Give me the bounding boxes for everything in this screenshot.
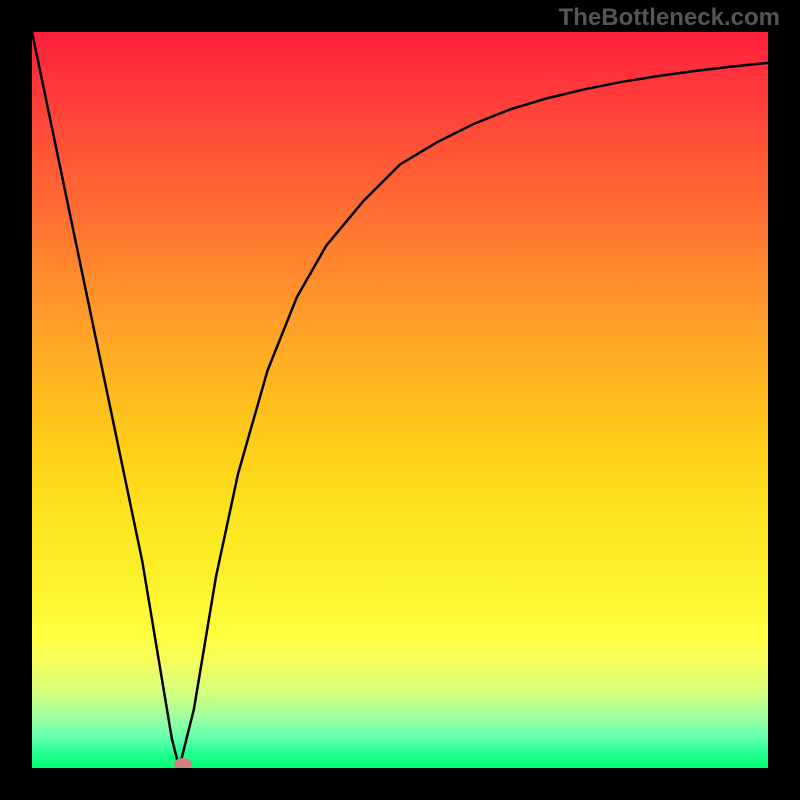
plot-area xyxy=(32,32,768,768)
curve-svg xyxy=(32,32,768,768)
bottleneck-curve xyxy=(32,32,768,768)
chart-container: TheBottleneck.com xyxy=(0,0,800,800)
optimal-point-marker xyxy=(174,758,192,768)
watermark-text: TheBottleneck.com xyxy=(559,4,780,32)
